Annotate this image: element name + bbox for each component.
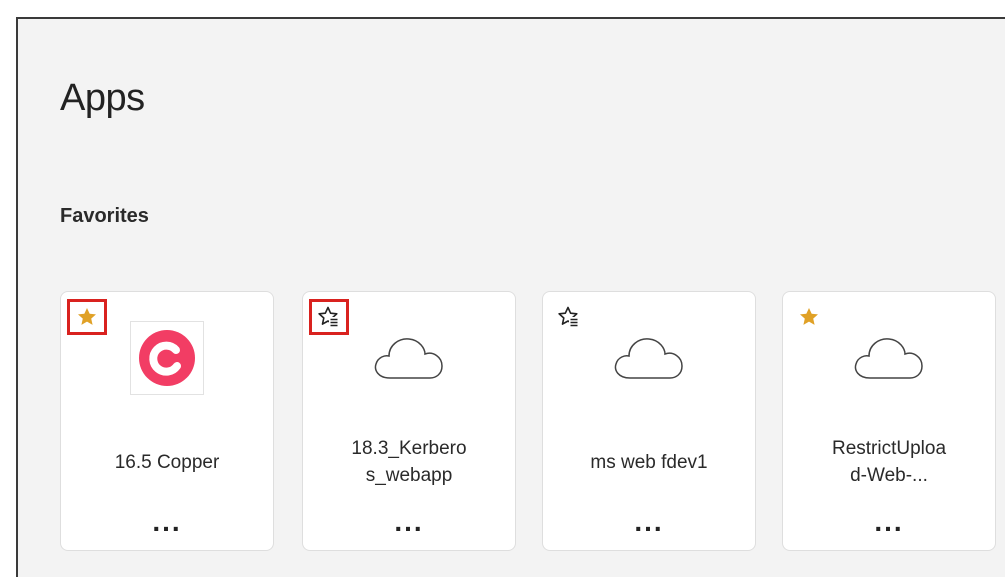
- more-options-button[interactable]: ...: [152, 508, 181, 536]
- cloud-icon: [849, 322, 929, 394]
- app-tile-ms-web-fdev1[interactable]: ms web fdev1 ...: [542, 291, 756, 551]
- apps-panel: Apps Favorites 16.5 Copper ... 18.3_Kerb…: [16, 17, 1005, 577]
- star-filled-icon: [78, 308, 96, 325]
- app-name: 18.3_Kerbero s_webapp: [351, 438, 467, 486]
- more-options-button[interactable]: ...: [874, 508, 903, 536]
- copper-logo-icon: [130, 321, 204, 395]
- more-options-button[interactable]: ...: [634, 508, 663, 536]
- favorites-section-title: Favorites: [60, 205, 149, 227]
- favorite-star-toggle[interactable]: [309, 299, 349, 335]
- app-tile-kerberos-webapp[interactable]: 18.3_Kerbero s_webapp ...: [302, 291, 516, 551]
- cloud-icon: [609, 322, 689, 394]
- app-name: ms web fdev1: [590, 451, 708, 473]
- app-tile-restrictupload-web[interactable]: RestrictUploa d-Web-... ...: [782, 291, 996, 551]
- favorite-star-toggle[interactable]: [67, 299, 107, 335]
- star-add-icon: [318, 306, 339, 327]
- app-logo: [127, 321, 207, 395]
- app-name: 16.5 Copper: [114, 451, 220, 473]
- app-tile-copper[interactable]: 16.5 Copper ...: [60, 291, 274, 551]
- favorite-star-toggle[interactable]: [789, 299, 829, 335]
- favorite-star-toggle[interactable]: [549, 299, 589, 335]
- star-add-icon: [558, 306, 579, 327]
- star-filled-icon: [800, 308, 818, 325]
- more-options-button[interactable]: ...: [394, 508, 423, 536]
- cloud-icon: [369, 322, 449, 394]
- page-title: Apps: [60, 77, 145, 119]
- app-name: RestrictUploa d-Web-...: [831, 438, 947, 486]
